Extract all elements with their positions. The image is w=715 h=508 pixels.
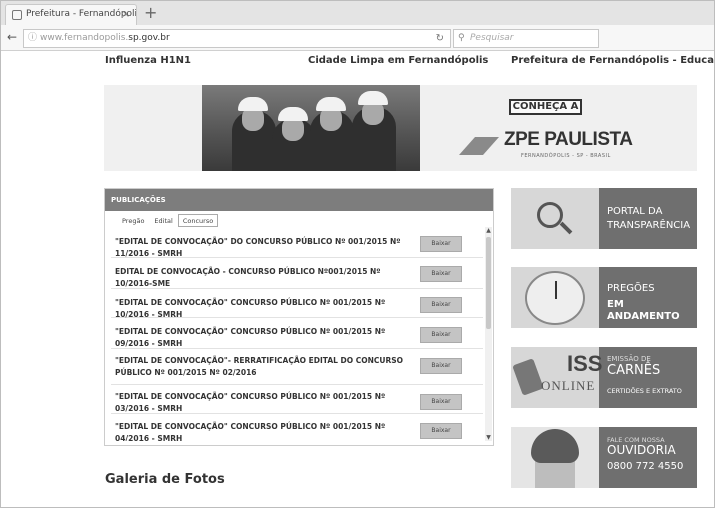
publicacoes-list: "EDITAL DE CONVOCAÇÃO" DO CONCURSO PÚBLI…: [111, 229, 483, 441]
new-tab-button[interactable]: +: [144, 3, 157, 22]
address-bar[interactable]: ⓘ www.fernandopolis.sp.gov.br ↻: [23, 29, 451, 48]
banner-line2: EM ANDAMENTO: [607, 299, 680, 322]
publicacoes-panel: PUBLICAÇÕES Pregão Edital Concurso "EDIT…: [104, 188, 494, 446]
banner-line2: TRANSPARÊNCIA: [607, 220, 691, 231]
list-item: EDITAL DE CONVOCAÇÃO - CONCURSO PÚBLICO …: [111, 258, 483, 289]
list-item: "EDITAL DE CONVOCAÇÃO" CONCURSO PÚBLICO …: [111, 414, 483, 441]
ouvidoria-banner[interactable]: FALE COM NOSSA OUVIDORIA 0800 772 4550: [511, 427, 697, 488]
list-item: "EDITAL DE CONVOCAÇÃO" CONCURSO PÚBLICO …: [111, 289, 483, 319]
reload-icon[interactable]: ↻: [436, 30, 444, 47]
download-button[interactable]: Baixar: [420, 423, 462, 439]
banner-line2: CERTIDÕES E EXTRATO: [607, 387, 682, 395]
url-domain: sp.gov.br: [128, 33, 170, 43]
browser-tab[interactable]: Prefeitura - Fernandópolis... ×: [5, 4, 137, 25]
list-item-text: "EDITAL DE CONVOCAÇÃO" CONCURSO PÚBLICO …: [115, 422, 386, 441]
list-item: "EDITAL DE CONVOCAÇÃO" CONCURSO PÚBLICO …: [111, 385, 483, 414]
banner-subtitle: FERNANDÓPOLIS - SP - BRASIL: [521, 153, 611, 159]
close-icon[interactable]: ×: [122, 5, 130, 24]
banner-art: [511, 427, 599, 488]
back-arrow-icon[interactable]: ←: [7, 30, 17, 44]
list-item-text: "EDITAL DE CONVOCAÇÃO" CONCURSO PÚBLICO …: [115, 327, 386, 348]
url-prefix: www.fernandopolis.: [40, 33, 129, 43]
scroll-down-icon[interactable]: ▼: [485, 434, 492, 441]
banner-brand: ZPE PAULISTA: [504, 129, 633, 150]
download-button[interactable]: Baixar: [420, 358, 462, 374]
scroll-thumb[interactable]: [486, 237, 491, 329]
zpe-banner[interactable]: CONHEÇA A ZPE PAULISTA FERNANDÓPOLIS - S…: [104, 85, 697, 171]
scroll-up-icon[interactable]: ▲: [485, 227, 492, 234]
iss-online-banner[interactable]: ISS ONLINE EMISSÃO DE CARNÊS CERTIDÕES E…: [511, 347, 697, 408]
link-cidade-limpa[interactable]: Cidade Limpa em Fernandópolis: [308, 55, 488, 66]
link-educacao[interactable]: Prefeitura de Fernandópolis - Educação: [511, 55, 714, 66]
list-item-text: "EDITAL DE CONVOCAÇÃO" DO CONCURSO PÚBLI…: [115, 237, 401, 258]
list-item-text: EDITAL DE CONVOCAÇÃO - CONCURSO PÚBLICO …: [115, 267, 381, 288]
banner-line2: 0800 772 4550: [607, 461, 684, 472]
navigation-bar: ← ⓘ www.fernandopolis.sp.gov.br ↻ ⚲ Pesq…: [1, 25, 714, 51]
banner-line1: OUVIDORIA: [607, 443, 676, 457]
tab-pregao[interactable]: Pregão: [117, 214, 149, 227]
tab-title: Prefeitura - Fernandópolis...: [26, 9, 137, 19]
search-icon: ⚲: [458, 33, 465, 43]
list-scrollbar[interactable]: ▲ ▼: [485, 227, 492, 441]
banner-line1: PORTAL DA: [607, 206, 663, 217]
galeria-title: Galeria de Fotos: [105, 472, 225, 487]
list-item: "EDITAL DE CONVOCAÇÃO" CONCURSO PÚBLICO …: [111, 318, 483, 349]
online-label: ONLINE: [541, 378, 596, 393]
zpe-logo-shape: [459, 137, 499, 155]
workers-photo: [202, 85, 420, 171]
search-placeholder: Pesquisar: [470, 33, 514, 43]
info-icon: ⓘ: [28, 33, 38, 43]
banner-line1: PREGÕES: [607, 283, 655, 294]
download-button[interactable]: Baixar: [420, 297, 462, 313]
banner-cta: CONHEÇA A: [509, 99, 582, 115]
download-button[interactable]: Baixar: [420, 266, 462, 282]
web-page: Influenza H1N1 Cidade Limpa em Fernandóp…: [1, 52, 714, 507]
panel-title: PUBLICAÇÕES: [105, 189, 493, 211]
banner-art: [511, 188, 599, 249]
tab-edital[interactable]: Edital: [149, 214, 177, 227]
list-item: "EDITAL DE CONVOCAÇÃO" DO CONCURSO PÚBLI…: [111, 229, 483, 258]
download-button[interactable]: Baixar: [420, 236, 462, 252]
download-button[interactable]: Baixar: [420, 394, 462, 410]
banner-art: [511, 267, 599, 328]
list-item-text: "EDITAL DE CONVOCAÇÃO"- RERRATIFICAÇÃO E…: [115, 356, 404, 377]
banner-art: ISS ONLINE: [511, 347, 603, 408]
list-item-text: "EDITAL DE CONVOCAÇÃO" CONCURSO PÚBLICO …: [115, 392, 386, 413]
price-tag-icon: [512, 358, 544, 396]
list-item: "EDITAL DE CONVOCAÇÃO"- RERRATIFICAÇÃO E…: [111, 349, 483, 385]
tab-strip: Prefeitura - Fernandópolis... × +: [1, 1, 714, 25]
banner-line1: CARNÊS: [607, 363, 661, 378]
iss-label: ISS: [567, 351, 603, 376]
search-input[interactable]: ⚲ Pesquisar: [453, 29, 599, 48]
pregoes-banner[interactable]: PREGÕES EM ANDAMENTO: [511, 267, 697, 328]
page-icon: [12, 10, 22, 20]
download-button[interactable]: Baixar: [420, 327, 462, 343]
publicacoes-tabs: Pregão Edital Concurso: [117, 214, 219, 227]
tab-concurso[interactable]: Concurso: [177, 214, 219, 227]
link-influenza[interactable]: Influenza H1N1: [105, 55, 191, 66]
browser-window: Prefeitura - Fernandópolis... × + ← ⓘ ww…: [0, 0, 715, 508]
portal-transparencia-banner[interactable]: PORTAL DA TRANSPARÊNCIA: [511, 188, 697, 249]
